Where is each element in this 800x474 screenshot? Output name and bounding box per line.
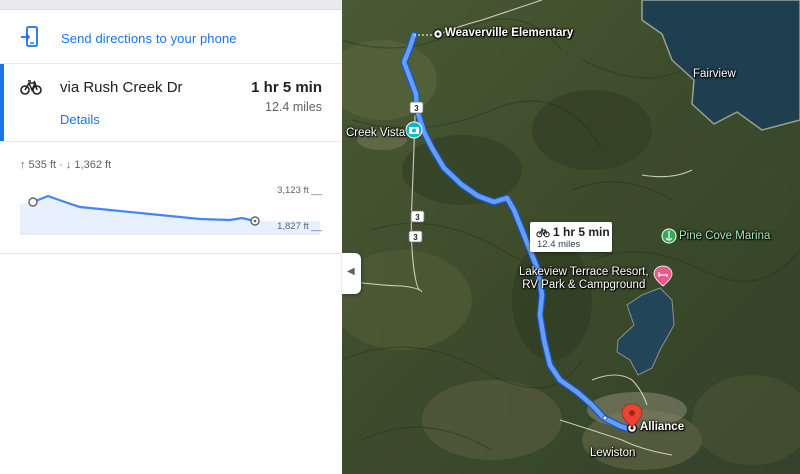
route-distance: 12.4 miles [265,100,322,114]
bubble-distance: 12.4 miles [537,239,581,250]
lakeview-line-2: RV Park & Campground [522,279,646,291]
place-label-fairview[interactable]: Fairview [693,68,736,81]
bubble-duration: 1 hr 5 min [553,225,610,239]
route-option[interactable]: via Rush Creek Dr 1 hr 5 min 12.4 miles … [0,64,342,142]
viewpoint-camera-icon [405,121,423,139]
send-to-phone-icon [21,26,38,47]
directions-panel: Send directions to your phone via Rush C… [0,0,342,474]
svg-text:3: 3 [415,213,420,222]
svg-text:3: 3 [414,104,419,113]
svg-text:3: 3 [413,233,418,242]
origin-marker [432,28,444,40]
place-label-pine-cove-marina[interactable]: Pine Cove Marina [679,230,770,243]
destination-label[interactable]: Alliance [640,421,684,434]
route-name: via Rush Creek Dr [60,79,183,96]
elevation-min-label: 1,827 ft __ [277,221,322,232]
route-duration: 1 hr 5 min [251,79,322,96]
place-label-lakeview-terrace[interactable]: Lakeview Terrace Resort, RV Park & Campg… [519,266,649,292]
panel-top-divider [0,0,342,10]
lakeview-line-1: Lakeview Terrace Resort, [519,266,649,278]
marina-pin-icon [661,228,677,244]
road-shield-3-icon: 3 [409,101,424,114]
origin-label[interactable]: Weaverville Elementary [445,27,573,40]
route-info-bubble[interactable]: 1 hr 5 min 12.4 miles [530,222,612,252]
road-shield-3-icon: 3 [410,210,425,223]
selected-route-indicator [0,64,4,141]
elevation-max-label: 3,123 ft __ [277,185,322,196]
chevron-left-icon: ◀ [347,266,355,277]
elevation-profile: ↑ 535 ft · ↓ 1,362 ft 3,123 ft __ 1,827 … [0,143,342,254]
collapse-panel-button[interactable]: ◀ [342,253,361,294]
bicycle-icon [536,228,550,238]
bicycle-icon [20,80,42,95]
place-label-lewiston[interactable]: Lewiston [590,447,635,460]
place-label-creek-vista[interactable]: Creek Vista [346,127,405,140]
road-shield-3-icon: 3 [408,230,423,243]
elevation-chart [20,194,320,235]
details-link[interactable]: Details [60,112,100,127]
elevation-start-marker [28,197,38,207]
send-to-phone-button[interactable]: Send directions to your phone [0,10,342,64]
send-to-phone-label: Send directions to your phone [61,31,237,46]
